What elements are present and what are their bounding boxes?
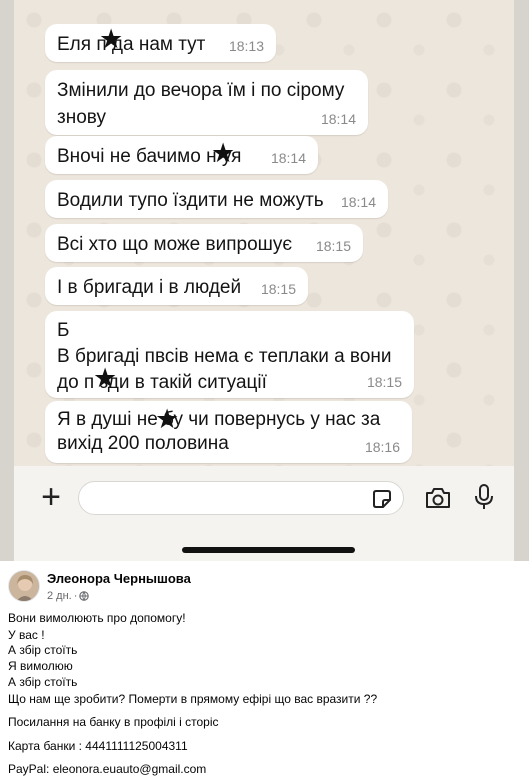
post-text-line: Карта банки : 4441111125004311 — [8, 739, 188, 753]
message-bubble: Всі хто що може випрошує 18:15 — [45, 224, 363, 262]
message-text: Еля п да нам тут — [57, 34, 206, 55]
message-text: Всі хто що може випрошує — [57, 234, 293, 255]
message-time: 18:13 — [228, 38, 264, 54]
camera-icon[interactable] — [424, 486, 452, 515]
chat-screenshot: Еля п да нам тут 18:13 Змінили до вечора… — [0, 0, 529, 561]
message-time: 18:14 — [320, 111, 356, 127]
message-text: Водили тупо їздити не можуть — [57, 190, 324, 211]
message-time: 18:14 — [270, 150, 306, 166]
plus-icon[interactable]: + — [38, 480, 64, 514]
post-text-line: А збір стоїть — [8, 675, 78, 689]
avatar[interactable] — [8, 570, 40, 602]
post-text-line: А збір стоїть — [8, 643, 78, 657]
censor-star-icon: ★ — [211, 138, 236, 168]
post-text-line: У вас ! — [8, 628, 45, 642]
post-time[interactable]: 2 дн. — [47, 590, 72, 602]
censor-star-icon: ★ — [93, 363, 118, 393]
post-meta: 2 дн. · — [47, 590, 90, 604]
facebook-post: Элеонора Чернышова 2 дн. · Вони вимолюють… — [0, 562, 529, 781]
message-text: Змінили до вечора їм і по сірому знову — [57, 80, 345, 128]
censor-star-icon: ★ — [99, 24, 124, 54]
censor-star-icon: ★ — [155, 404, 180, 434]
message-bubble: Водили тупо їздити не можуть 18:14 — [45, 180, 388, 218]
message-time: 18:15 — [260, 281, 296, 297]
globe-icon — [79, 591, 90, 604]
message-bubble: Я в душі не бу чи повернусь у нас за вих… — [45, 401, 412, 463]
message-input[interactable] — [78, 481, 404, 515]
post-author[interactable]: Элеонора Чернышова — [47, 571, 191, 586]
message-text: І в бригади і в людей — [57, 277, 242, 298]
message-time: 18:16 — [364, 439, 400, 455]
message-time: 18:15 — [315, 238, 351, 254]
message-bubble: І в бригади і в людей 18:15 — [45, 267, 308, 305]
home-indicator — [182, 547, 355, 553]
message-time: 18:14 — [340, 194, 376, 210]
microphone-icon[interactable] — [474, 483, 494, 516]
sticker-icon[interactable] — [371, 488, 393, 515]
post-text-line: Я вимолюю — [8, 659, 73, 673]
post-text-line: Вони вимолюють про допомогу! — [8, 611, 186, 625]
message-bubble: Вночі не бачимо н уя 18:14 — [45, 136, 318, 174]
message-time: 18:15 — [366, 374, 402, 390]
post-text-line: Що нам ще зробити? Померти в прямому ефі… — [8, 692, 378, 706]
message-bubble: Еля п да нам тут 18:13 — [45, 24, 276, 62]
post-text-line: Посилання на банку в профілі і сторіс — [8, 715, 219, 729]
message-bubble: Змінили до вечора їм і по сірому знову 1… — [45, 70, 368, 135]
post-text-line: PayPal: eleonora.euauto@gmail.com — [8, 762, 207, 776]
message-text: Я в душі не бу чи повернусь у нас за вих… — [57, 409, 381, 454]
